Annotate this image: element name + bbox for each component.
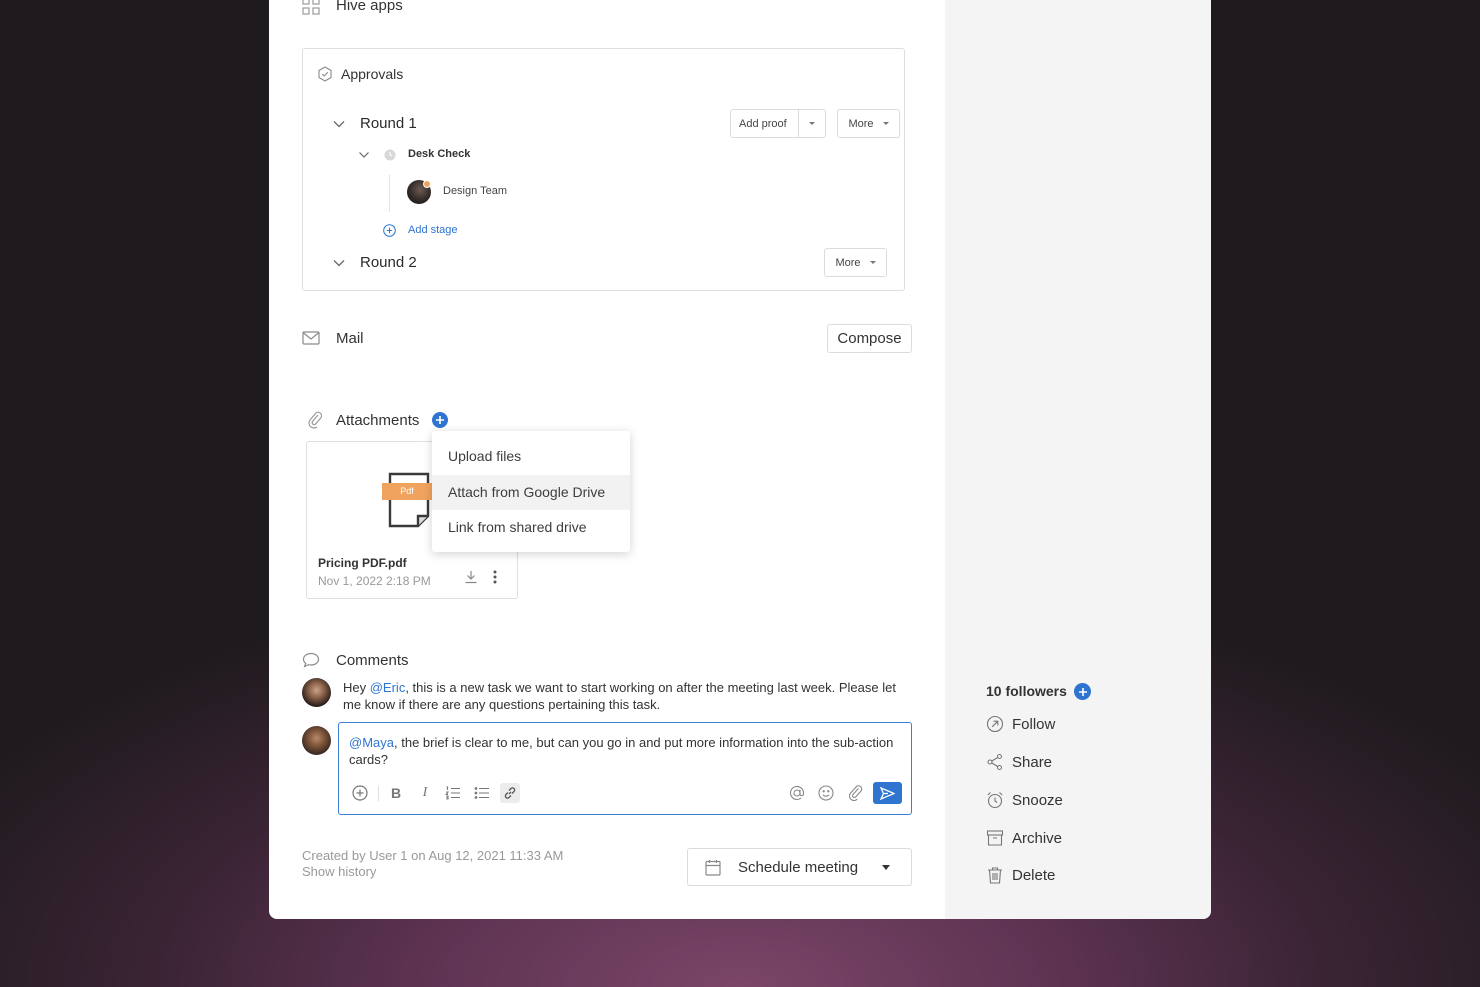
approvals-title: Approvals (341, 66, 404, 82)
assignee-label: Design Team (443, 185, 507, 197)
current-user-avatar (302, 726, 331, 755)
stage-chevron-icon[interactable] (358, 149, 370, 161)
follow-label: Follow (1012, 715, 1056, 733)
stage-status-clock-icon (384, 149, 396, 161)
stage-connector (389, 175, 390, 212)
caret-down-icon (882, 122, 889, 125)
plus-icon (1078, 687, 1087, 696)
reply-body: , the brief is clear to me, but can you … (349, 735, 894, 767)
bold-icon[interactable]: B (386, 783, 406, 803)
pdf-badge: Pdf (382, 483, 432, 500)
more-label: More (835, 256, 861, 269)
share-action[interactable]: Share (986, 753, 1052, 771)
emoji-icon[interactable] (816, 783, 836, 803)
add-proof-button[interactable]: Add proof (731, 118, 798, 130)
bullet-list-icon[interactable] (472, 783, 492, 803)
send-icon (880, 786, 895, 800)
send-button[interactable] (873, 782, 902, 804)
upload-files-item[interactable]: Upload files (432, 439, 630, 475)
archive-action[interactable]: Archive (986, 829, 1062, 847)
snooze-label: Snooze (1012, 791, 1063, 809)
add-attachment-button[interactable] (432, 412, 448, 428)
mail-envelope-icon (302, 331, 320, 345)
compose-button[interactable]: Compose (827, 324, 912, 353)
download-icon[interactable] (464, 570, 478, 584)
add-follower-button[interactable] (1074, 683, 1091, 700)
add-proof-dropdown-button[interactable] (798, 110, 825, 137)
round-1-chevron-icon[interactable] (332, 117, 346, 131)
paperclip-icon[interactable] (845, 783, 865, 803)
approvals-card: Approvals Round 1 Add proof More Desk Ch… (302, 48, 905, 291)
plus-circle-icon[interactable] (350, 783, 370, 803)
round-1-more-button[interactable]: More (837, 109, 900, 138)
archive-label: Archive (1012, 829, 1063, 847)
followers-count: 10 followers (986, 683, 1067, 699)
numbered-list-icon[interactable] (443, 783, 463, 803)
approval-hexagon-icon (317, 66, 333, 82)
more-vertical-icon[interactable] (493, 570, 497, 584)
caret-down-icon (882, 864, 890, 870)
stage-label: Desk Check (408, 148, 471, 160)
show-history-link[interactable]: Show history (302, 864, 376, 879)
calendar-icon (705, 859, 721, 876)
attachment-menu: Upload files Attach from Google Drive Li… (432, 431, 630, 552)
comment-bubble-icon (302, 652, 320, 668)
reply-text[interactable]: @Maya, the brief is clear to me, but can… (349, 734, 901, 768)
round-1-label: Round 1 (360, 115, 417, 132)
archive-icon (986, 829, 1004, 847)
mail-title: Mail (336, 330, 364, 347)
more-label: More (848, 117, 874, 130)
reply-editor[interactable]: @Maya, the brief is clear to me, but can… (338, 722, 912, 815)
add-stage-link[interactable]: Add stage (408, 224, 458, 236)
file-name: Pricing PDF.pdf (318, 556, 407, 570)
schedule-meeting-label: Schedule meeting (738, 858, 859, 876)
created-by-text: Created by User 1 on Aug 12, 2021 11:33 … (302, 848, 564, 863)
attach-google-drive-item[interactable]: Attach from Google Drive (432, 474, 630, 510)
trash-icon (986, 866, 1004, 884)
round-2-chevron-icon[interactable] (332, 256, 346, 270)
delete-action[interactable]: Delete (986, 866, 1055, 884)
reply-mention[interactable]: @Maya (349, 735, 394, 750)
at-icon[interactable] (787, 783, 807, 803)
avatar-status-badge (423, 180, 431, 188)
snooze-action[interactable]: Snooze (986, 791, 1063, 809)
share-icon (986, 753, 1004, 771)
link-icon[interactable] (500, 783, 520, 803)
commenter-avatar (302, 678, 331, 707)
caret-down-icon (809, 122, 816, 125)
comment-text: Hey @Eric, this is a new task we want to… (343, 679, 898, 713)
attachments-title: Attachments (336, 412, 420, 429)
add-proof-split-button: Add proof (730, 109, 826, 138)
round-2-label: Round 2 (360, 254, 417, 271)
task-modal: Hive apps Approvals Round 1 Add proof Mo… (269, 0, 1211, 919)
delete-label: Delete (1012, 866, 1056, 884)
link-shared-drive-item[interactable]: Link from shared drive (432, 510, 630, 546)
add-stage-plus-icon[interactable] (383, 224, 396, 237)
paperclip-icon (307, 411, 323, 429)
alarm-icon (986, 791, 1004, 809)
comment-body: , this is a new task we want to start wo… (343, 680, 896, 712)
pdf-file-icon (388, 472, 430, 528)
share-label: Share (1012, 753, 1053, 771)
apps-grid-icon (302, 0, 320, 15)
toolbar-divider (378, 786, 379, 801)
italic-icon[interactable]: I (415, 783, 435, 803)
round-2-more-button[interactable]: More (824, 248, 887, 277)
follow-action[interactable]: Follow (986, 715, 1055, 733)
schedule-meeting-button[interactable]: Schedule meeting (687, 848, 912, 886)
caret-down-icon (869, 261, 876, 264)
plus-icon (436, 416, 444, 424)
comments-title: Comments (336, 652, 409, 669)
side-panel: 10 followers Follow Share Snooze Archive… (945, 0, 1211, 919)
comment-mention[interactable]: @Eric (370, 680, 406, 695)
hive-apps-title: Hive apps (336, 0, 403, 14)
comment-prefix: Hey (343, 680, 370, 695)
file-date: Nov 1, 2022 2:18 PM (318, 574, 431, 588)
follow-icon (986, 715, 1004, 733)
